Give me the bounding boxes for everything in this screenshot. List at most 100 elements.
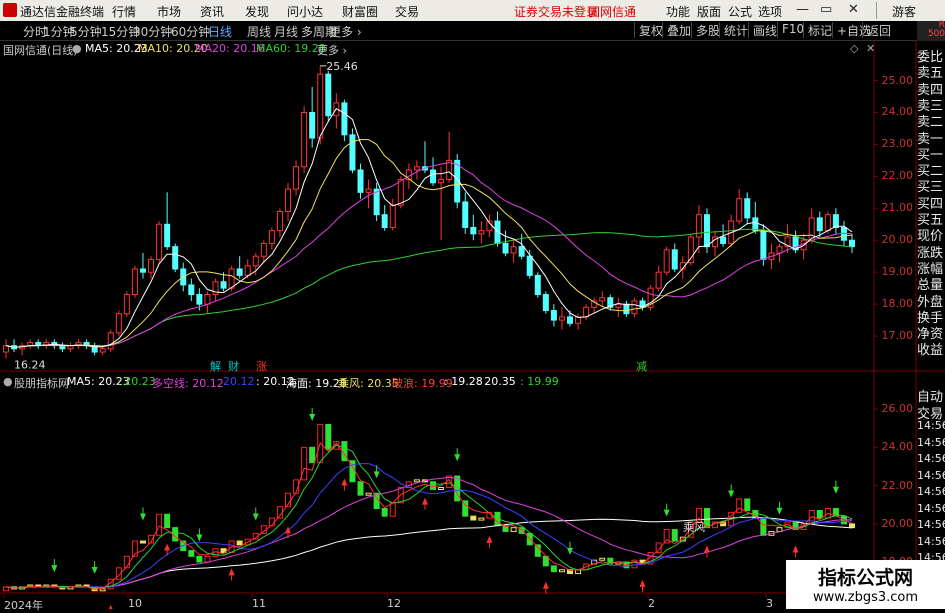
sub-bar-20	[164, 513, 171, 529]
candle-body-67	[542, 294, 549, 312]
candle-body-21	[172, 246, 179, 270]
sub-ytick-1: 24.00	[881, 440, 914, 454]
sub-bar-63	[510, 527, 517, 532]
candle-body-96	[776, 246, 783, 254]
kline-chart[interactable]: 25.46 16.24 解财 涨 减乘风	[0, 0, 945, 609]
candle-body-76	[615, 303, 622, 308]
buy-arrow-0	[108, 604, 113, 609]
candle-body-54	[438, 179, 445, 184]
sell-arrow-2	[139, 513, 146, 521]
candle-body-37	[301, 111, 308, 168]
sub-bar-83	[671, 529, 678, 542]
sub-ytick-2: 22.00	[881, 478, 914, 492]
candle-body-29	[236, 268, 243, 276]
candle-body-20	[164, 223, 171, 248]
candle-body-63	[510, 246, 517, 254]
buy-arrow-4	[341, 478, 348, 486]
event-marker-3: 减	[636, 360, 647, 373]
event-marker-0: 解	[210, 359, 221, 373]
candle-body-13	[107, 332, 114, 350]
sub-ytick-3: 20.00	[881, 516, 914, 530]
main-ytick-7: 18.00	[881, 297, 914, 311]
candle-body-58	[470, 226, 477, 235]
sub-bar-19	[156, 513, 163, 536]
sub-bar-105	[849, 523, 855, 529]
side-trade-8: 14:56	[917, 518, 945, 531]
sub-bar-101	[816, 509, 823, 519]
sub-annotation: 乘风	[683, 521, 705, 534]
sub-bar-47	[381, 508, 388, 517]
candle-body-66	[534, 274, 541, 296]
candle-body-91	[736, 198, 743, 222]
date-label-3: 12	[387, 597, 401, 610]
candle-body-23	[188, 284, 195, 296]
candle-body-40	[325, 73, 332, 117]
candle-body-103	[832, 214, 839, 228]
candle-body-105	[849, 239, 855, 248]
main-ytick-0: 25.00	[881, 73, 914, 87]
sub-bar-92	[744, 498, 751, 511]
sub-bar-94	[760, 517, 767, 536]
candle-body-101	[816, 217, 823, 232]
candle-body-77	[623, 303, 630, 315]
candle-body-18	[148, 258, 155, 273]
candle-body-102	[824, 214, 831, 232]
candle-body-47	[381, 214, 388, 228]
candle-body-62	[502, 242, 509, 254]
buy-arrow-10	[792, 545, 799, 553]
longshort-line	[5, 476, 853, 589]
side-trade-4: 14:56	[917, 452, 945, 465]
side-trade-7: 14:56	[917, 501, 945, 515]
low-price-label: 16.24	[14, 358, 46, 371]
candle-body-30	[244, 265, 251, 276]
sell-arrow-4	[252, 513, 259, 521]
buy-arrow-7	[542, 581, 549, 589]
candle-body-24	[196, 294, 203, 305]
candle-body-0	[3, 345, 9, 353]
candle-body-70	[567, 316, 573, 324]
sell-arrow-6	[373, 471, 380, 479]
sell-arrow-9	[663, 509, 670, 517]
buy-arrow-6	[486, 535, 493, 543]
candle-body-44	[357, 169, 364, 193]
main-ytick-6: 19.00	[881, 265, 914, 279]
sub-bar-69	[558, 569, 565, 573]
side-trade-3: 14:56	[917, 435, 945, 449]
side-trade-5: 14:56	[917, 468, 945, 482]
date-label-0: 2024年	[4, 599, 43, 612]
candle-body-49	[397, 179, 404, 206]
candle-body-28	[228, 268, 235, 289]
candle-body-12	[99, 348, 106, 353]
event-marker-2: 涨	[256, 360, 267, 373]
sub-bar-12	[99, 588, 106, 592]
main-ytick-8: 17.00	[881, 329, 914, 343]
high-price-label: 25.46	[326, 60, 358, 73]
sub-bar-23	[188, 550, 195, 557]
candle-body-92	[744, 198, 751, 219]
candle-body-27	[220, 281, 227, 289]
candle-body-65	[526, 255, 533, 276]
sell-arrow-0	[51, 565, 58, 573]
buy-arrow-5	[421, 497, 428, 505]
sub-bar-40	[325, 423, 332, 450]
main-ytick-2: 23.00	[881, 137, 914, 151]
candle-body-78	[631, 300, 638, 315]
ma20-line	[5, 162, 853, 348]
candle-body-25	[204, 294, 211, 305]
candle-body-48	[389, 204, 396, 228]
candle-body-74	[599, 297, 606, 302]
candle-body-82	[663, 249, 670, 273]
candle-body-59	[478, 230, 485, 235]
candle-body-72	[583, 306, 590, 318]
candle-body-34	[276, 211, 283, 232]
main-ytick-1: 24.00	[881, 105, 914, 119]
sell-arrow-11	[776, 507, 783, 515]
candle-body-94	[760, 230, 767, 260]
sub-bar-66	[534, 544, 541, 557]
date-label-5: 3	[766, 597, 773, 610]
wave-line	[5, 442, 853, 590]
buy-arrow-2	[228, 568, 235, 576]
candle-body-42	[341, 102, 348, 136]
event-marker-1: 财	[228, 359, 239, 373]
candle-body-15	[123, 294, 130, 315]
